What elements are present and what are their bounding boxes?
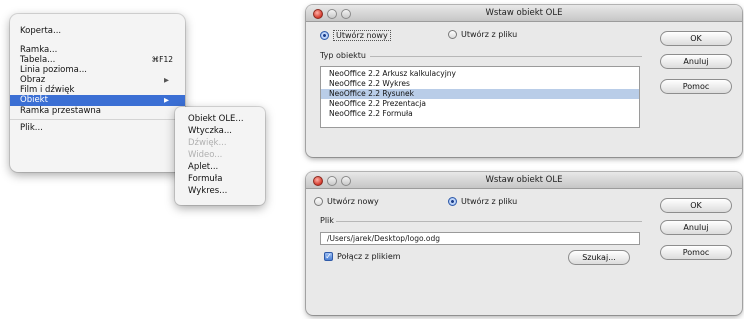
menu-item-label: Ramka...: [20, 45, 58, 55]
radio-create-from-file[interactable]: Utwórz z pliku: [448, 30, 517, 39]
list-item[interactable]: NeoOffice 2.2 Prezentacja: [321, 99, 639, 109]
dialog-title: Wstaw obiekt OLE: [485, 175, 563, 185]
list-item[interactable]: NeoOffice 2.2 Arkusz kalkulacyjny: [321, 69, 639, 79]
radio-label: Utwórz z pliku: [461, 30, 518, 39]
list-item[interactable]: NeoOffice 2.2 Wykres: [321, 79, 639, 89]
radio-create-from-file[interactable]: Utwórz z pliku: [448, 197, 517, 206]
menu-item-koperta[interactable]: Koperta...: [10, 26, 185, 36]
menu-item-ramka-przestawna[interactable]: Ramka przestawna: [10, 106, 185, 116]
menu-item-film-i-dzwiek[interactable]: Film i dźwięk: [10, 85, 185, 95]
menu-item-label: Ramka przestawna: [20, 106, 101, 116]
menu-item-tabela[interactable]: Tabela... ⌘F12: [10, 55, 185, 65]
file-group-label: Plik: [320, 216, 334, 225]
radio-unselected-icon: [314, 197, 323, 206]
radio-label: Utwórz nowy: [333, 30, 391, 41]
menu-item-label: Obiekt: [20, 95, 48, 105]
menu-item-label: Koperta...: [20, 26, 62, 36]
radio-label: Utwórz nowy: [327, 197, 379, 206]
submenu-item-wtyczka[interactable]: Wtyczka...: [175, 125, 265, 137]
menu-item-ramka[interactable]: Ramka...: [10, 45, 185, 55]
cancel-button[interactable]: Anuluj: [660, 54, 732, 69]
link-to-file-checkbox[interactable]: ✓ Połącz z plikiem: [324, 252, 401, 261]
radio-selected-icon: [448, 197, 457, 206]
submenu-item-obiekt-ole[interactable]: Obiekt OLE...: [175, 113, 265, 125]
menu-item-linia-pozioma[interactable]: Linia pozioma...: [10, 65, 185, 75]
insert-ole-dialog-file: Wstaw obiekt OLE Utwórz nowy Utwórz z pl…: [306, 172, 742, 315]
ok-button[interactable]: OK: [660, 198, 732, 213]
menu-separator: [10, 119, 185, 120]
dialog-title: Wstaw obiekt OLE: [485, 8, 563, 18]
menu-item-label: Linia pozioma...: [20, 65, 87, 75]
checkmark-icon: ✓: [324, 252, 333, 261]
help-button[interactable]: Pomoc: [660, 79, 732, 94]
submenu-item-dzwiek: Dźwięk...: [188, 138, 227, 148]
group-divider: [370, 56, 642, 57]
submenu-item-wykres[interactable]: Wykres...: [175, 185, 265, 197]
help-button[interactable]: Pomoc: [660, 245, 732, 260]
submenu-item-formula[interactable]: Formuła: [175, 173, 265, 185]
menu-item-label: Obraz: [20, 75, 46, 85]
title-bar: Wstaw obiekt OLE: [306, 172, 742, 189]
list-item[interactable]: NeoOffice 2.2 Formuła: [321, 109, 639, 119]
file-path-input[interactable]: /Users/jarek/Desktop/logo.odg: [320, 232, 640, 245]
group-divider: [336, 221, 642, 222]
insert-menu: Koperta... Ramka... Tabela... ⌘F12 Linia …: [10, 14, 185, 172]
menu-item-label: Film i dźwięk: [20, 85, 75, 95]
menu-item-obiekt[interactable]: Obiekt ▶: [10, 95, 185, 106]
radio-unselected-icon: [448, 30, 457, 39]
radio-create-new[interactable]: Utwórz nowy: [320, 30, 391, 41]
cancel-button[interactable]: Anuluj: [660, 220, 732, 235]
search-button[interactable]: Szukaj...: [568, 250, 630, 265]
shortcut-label: ⌘F12: [151, 55, 173, 64]
object-submenu: Obiekt OLE... Wtyczka... Dźwięk... Wideo…: [175, 107, 265, 205]
checkbox-label: Połącz z plikiem: [337, 252, 401, 261]
object-type-label: Typ obiektu: [320, 51, 366, 60]
menu-item-label: Plik...: [20, 123, 43, 133]
submenu-arrow-icon: ▶: [164, 96, 169, 104]
menu-item-obraz[interactable]: Obraz ▶: [10, 75, 185, 85]
menu-item-plik[interactable]: Plik...: [10, 123, 185, 133]
submenu-arrow-icon: ▶: [164, 76, 169, 84]
ok-button[interactable]: OK: [660, 31, 732, 46]
insert-ole-dialog-new: Wstaw obiekt OLE Utwórz nowy Utwórz z pl…: [306, 5, 742, 157]
object-type-list[interactable]: NeoOffice 2.2 Arkusz kalkulacyjny NeoOff…: [320, 66, 640, 128]
submenu-item-wideo: Wideo...: [188, 150, 223, 160]
submenu-item-aplet[interactable]: Aplet...: [175, 161, 265, 173]
radio-selected-icon: [320, 31, 329, 40]
title-bar: Wstaw obiekt OLE: [306, 5, 742, 22]
list-item-selected[interactable]: NeoOffice 2.2 Rysunek: [321, 89, 639, 99]
radio-label: Utwórz z pliku: [461, 197, 518, 206]
radio-create-new[interactable]: Utwórz nowy: [314, 197, 379, 206]
menu-item-label: Tabela...: [20, 55, 56, 65]
